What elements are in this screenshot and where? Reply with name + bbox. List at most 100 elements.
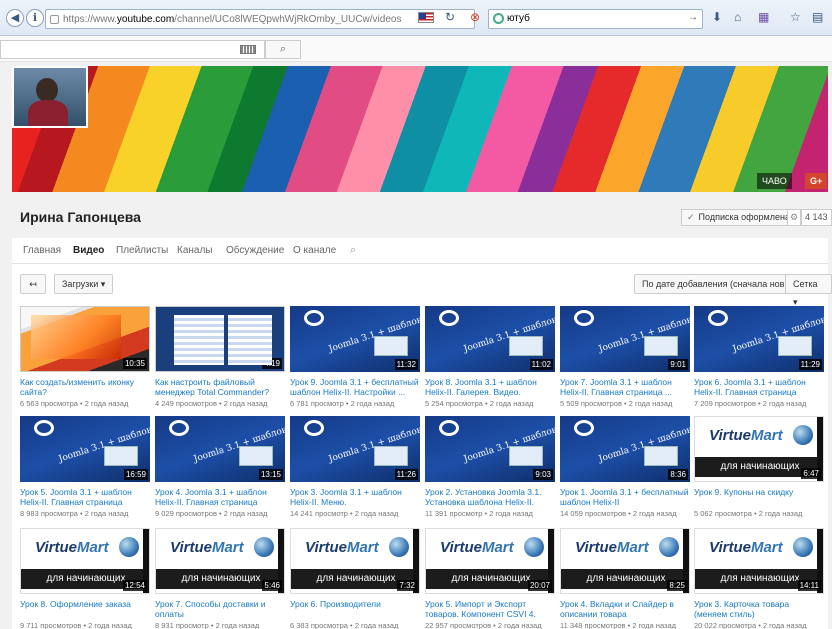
video-thumbnail[interactable]: VirtueMart для начинающих 7:32 [290, 528, 420, 594]
joomla-logo-icon [708, 310, 728, 326]
addon-icon[interactable]: ⊗ [470, 10, 480, 24]
subscription-settings-icon[interactable]: ⚙ [787, 209, 801, 226]
video-card[interactable]: VirtueMart для начинающих 12:54 Урок 8. Офо… [20, 528, 150, 629]
video-thumbnail[interactable]: VirtueMart для начинающих 8:25 [560, 528, 690, 594]
video-thumbnail[interactable]: VirtueMart для начинающих 12:54 [20, 528, 150, 594]
lock-icon [50, 14, 59, 24]
thumbnail-screenshot [239, 446, 273, 466]
video-title[interactable]: Урок 8. Joomla 3.1 + шаблон Helix-II. Га… [425, 377, 555, 397]
video-title[interactable]: Как создать/изменить иконку сайта? [20, 377, 150, 397]
uploads-dropdown[interactable]: Загрузки ▾ [54, 274, 114, 294]
video-thumbnail[interactable]: 4:19 [155, 306, 285, 372]
extension-icon[interactable]: ▦ [758, 10, 769, 24]
video-thumbnail[interactable]: 10:35 [20, 306, 150, 372]
video-thumbnail[interactable]: VirtueMart для начинающих 6:47 [694, 416, 824, 482]
video-title[interactable]: Урок 8. Оформление заказа [20, 599, 150, 619]
video-card[interactable]: Joomla 3.1 + шаблон Helix-II9:01 Урок 7. … [560, 306, 690, 408]
tab-about[interactable]: О канале [293, 245, 336, 256]
video-title[interactable]: Урок 5. Joomla 3.1 + шаблон Helix-II. Гл… [20, 487, 150, 507]
video-title[interactable]: Урок 1. Joomla 3.1 + бесплатный шаблон H… [560, 487, 690, 507]
back-arrow-icon[interactable]: ◀ [6, 9, 24, 27]
video-title[interactable]: Урок 7. Способы доставки и оплаты [155, 599, 285, 619]
video-title[interactable]: Урок 9. Купоны на скидку [694, 487, 824, 507]
thumbnail-screenshot [509, 336, 543, 356]
channel-search-icon[interactable]: ⌕ [350, 244, 356, 257]
tab-videos[interactable]: Видео [70, 245, 107, 267]
tab-home[interactable]: Главная [23, 245, 61, 256]
banner-link-google-plus[interactable]: G+ [805, 173, 828, 189]
subscribe-button[interactable]: ✓ Подписка оформлена [681, 209, 797, 226]
browser-search-bar[interactable]: ютуб → [488, 9, 703, 29]
video-card[interactable]: VirtueMart для начинающих 7:32 Урок 6. Прои… [290, 528, 420, 629]
video-title[interactable]: Как настроить файловый менеджер Total Co… [155, 377, 285, 397]
video-duration: 8:36 [668, 469, 688, 480]
video-card[interactable]: VirtueMart для начинающих 5:46 Урок 7. Спос… [155, 528, 285, 629]
star-icon[interactable]: ☆ [790, 10, 801, 24]
video-thumbnail[interactable]: Joomla 3.1 + шаблон Helix-II9:01 [560, 306, 690, 372]
video-card[interactable]: VirtueMart для начинающих 14:11 Урок 3. Кар… [694, 528, 824, 629]
video-card[interactable]: Joomla 3.1 + шаблон Helix-II8:36 Урок 1. … [560, 416, 690, 518]
video-card[interactable]: Joomla 3.1 + шаблон Helix-II9:03 Урок 2. … [425, 416, 555, 518]
video-title[interactable]: Урок 3. Joomla 3.1 + шаблон Helix-II. Ме… [290, 487, 420, 507]
download-icon[interactable]: ⬇ [712, 10, 722, 24]
video-title[interactable]: Урок 4. Вкладки и Слайдер в описании тов… [560, 599, 690, 619]
tab-channels[interactable]: Каналы [177, 245, 213, 256]
video-thumbnail[interactable]: Joomla 3.1 + шаблон Helix-II11:29 [694, 306, 824, 372]
video-card[interactable]: Joomla 3.1 + шаблон Helix-II13:15 Урок 4.… [155, 416, 285, 518]
video-meta: 7 209 просмотров • 2 года назад [694, 399, 807, 408]
video-thumbnail[interactable]: Joomla 3.1 + шаблон Helix-II11:26 [290, 416, 420, 482]
video-title[interactable]: Урок 3. Карточка товара (меняем стиль) [694, 599, 824, 619]
video-title[interactable]: Урок 4. Joomla 3.1 + шаблон Helix-II. Гл… [155, 487, 285, 507]
video-meta: 11 391 просмотр • 2 года назад [425, 509, 533, 518]
video-card[interactable]: 4:19 Как настроить файловый менеджер Tota… [155, 306, 285, 408]
video-title[interactable]: Урок 6. Joomla 3.1 + шаблон Helix-II. Гл… [694, 377, 824, 397]
virtuemart-globe-icon [119, 537, 139, 557]
video-thumbnail[interactable]: Joomla 3.1 + шаблон Helix-II11:02 [425, 306, 555, 372]
video-title[interactable]: Урок 6. Производители [290, 599, 420, 619]
reload-icon[interactable]: ↻ [445, 10, 455, 24]
view-mode-dropdown[interactable]: Сетка ▾ [785, 274, 832, 307]
video-thumbnail[interactable]: Joomla 3.1 + шаблон Helix-II8:36 [560, 416, 690, 482]
search-go-icon[interactable]: → [688, 12, 698, 23]
video-card[interactable]: 10:35 Как создать/изменить иконку сайта? 6… [20, 306, 150, 408]
history-icon[interactable]: ▤ [812, 10, 823, 24]
video-thumbnail[interactable]: VirtueMart для начинающих 14:11 [694, 528, 824, 594]
search-icon[interactable]: ⌕ [265, 40, 301, 59]
tab-discussion[interactable]: Обсуждение [226, 245, 284, 256]
keyboard-icon[interactable] [240, 45, 256, 54]
video-card[interactable]: Joomla 3.1 + шаблон Helix-II11:02 Урок 8.… [425, 306, 555, 408]
video-thumbnail[interactable]: Joomla 3.1 + шаблон Helix-II16:59 [20, 416, 150, 482]
video-card[interactable]: Joomla 3.1 + шаблон Helix-II11:32 Урок 9.… [290, 306, 420, 408]
video-thumbnail[interactable]: Joomla 3.1 + шаблон Helix-II9:03 [425, 416, 555, 482]
tab-playlists[interactable]: Плейлисты [116, 245, 168, 256]
page-info-icon[interactable]: ℹ [26, 9, 44, 27]
flag-icon[interactable] [418, 12, 434, 23]
video-thumbnail[interactable]: VirtueMart для начинающих 20:07 [425, 528, 555, 594]
video-title[interactable]: Урок 7. Joomla 3.1 + шаблон Helix-II. Гл… [560, 377, 690, 397]
youtube-search-input[interactable] [0, 40, 265, 59]
video-meta: 20 022 просмотра • 2 года назад [694, 621, 807, 629]
virtuemart-logo-text: VirtueMart [170, 539, 244, 556]
virtuemart-globe-icon [659, 537, 679, 557]
banner-link-faq[interactable]: ЧАВО [757, 173, 792, 189]
channel-avatar[interactable] [12, 66, 88, 128]
video-card[interactable]: VirtueMart для начинающих 8:25 Урок 4. Вкла… [560, 528, 690, 629]
video-thumbnail[interactable]: VirtueMart для начинающих 5:46 [155, 528, 285, 594]
video-title[interactable]: Урок 2. Установка Joomla 3.1. Установка … [425, 487, 555, 507]
back-arrow-button[interactable]: ↤ [20, 274, 46, 294]
video-thumbnail[interactable]: Joomla 3.1 + шаблон Helix-II11:32 [290, 306, 420, 372]
home-icon[interactable]: ⌂ [734, 10, 741, 24]
video-card[interactable]: VirtueMart для начинающих 6:47 Урок 9. Купо… [694, 416, 824, 518]
channel-tabs: Главная Видео Плейлисты Каналы Обсуждени… [12, 238, 828, 267]
video-card[interactable]: Joomla 3.1 + шаблон Helix-II11:26 Урок 3.… [290, 416, 420, 518]
video-thumbnail[interactable]: Joomla 3.1 + шаблон Helix-II13:15 [155, 416, 285, 482]
video-card[interactable]: Joomla 3.1 + шаблон Helix-II11:29 Урок 6.… [694, 306, 824, 408]
video-card[interactable]: VirtueMart для начинающих 20:07 Урок 5. Имп… [425, 528, 555, 629]
youtube-header: ⌕ [0, 36, 832, 62]
video-card[interactable]: Joomla 3.1 + шаблон Helix-II16:59 Урок 5.… [20, 416, 150, 518]
video-title[interactable]: Урок 9. Joomla 3.1 + бесплатный шаблон H… [290, 377, 420, 397]
thumbnail-screenshot [644, 446, 678, 466]
video-title[interactable]: Урок 5. Импорт и Экспорт товаров. Компон… [425, 599, 555, 619]
channel-title[interactable]: Ирина Гапонцева [20, 209, 141, 225]
address-bar[interactable]: https://www. youtube.com/channel/UCo8lWEQ… [45, 9, 475, 29]
